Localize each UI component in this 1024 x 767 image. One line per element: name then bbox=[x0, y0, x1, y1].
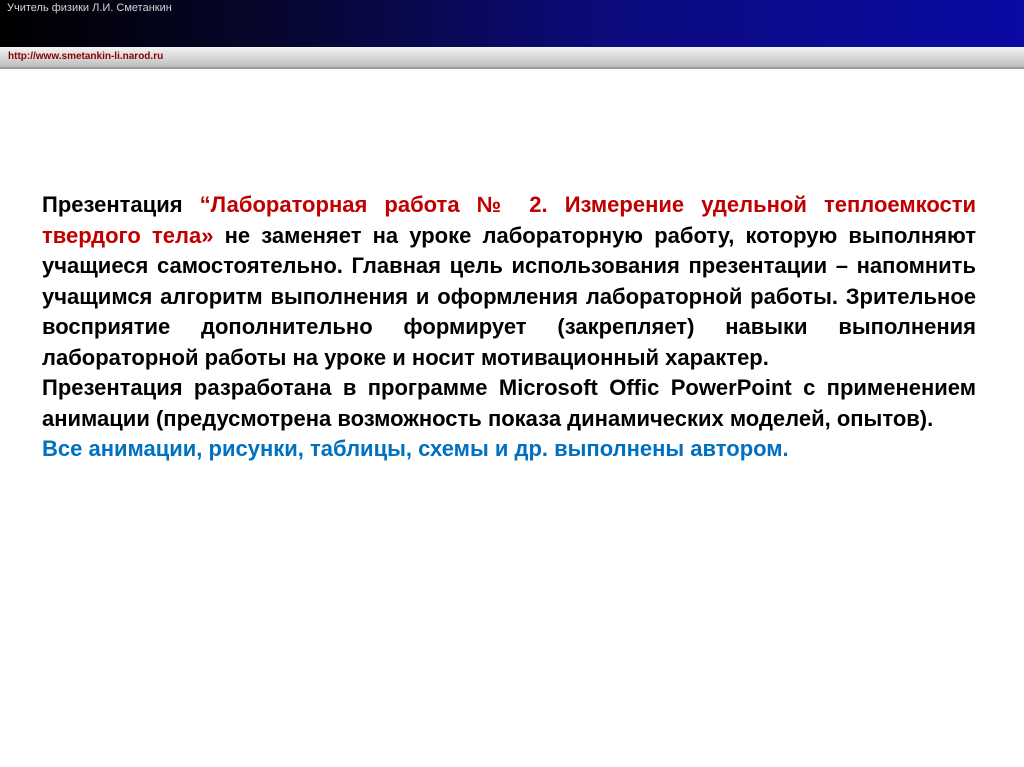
url-strip: http://www.smetankin-li.narod.ru bbox=[0, 47, 1024, 67]
intro-lead: Презентация bbox=[42, 192, 200, 217]
header-divider bbox=[0, 67, 1024, 69]
header-band: Учитель физики Л.И. Сметанкин bbox=[0, 0, 1024, 47]
paragraph-authorship: Все анимации, рисунки, таблицы, схемы и … bbox=[42, 436, 789, 461]
paragraph-software: Презентация разработана в программе Micr… bbox=[42, 375, 976, 431]
slide: Учитель физики Л.И. Сметанкин http://www… bbox=[0, 0, 1024, 767]
author-caption: Учитель физики Л.И. Сметанкин bbox=[7, 2, 172, 14]
slide-body: Презентация “Лабораторная работа № 2. Из… bbox=[42, 190, 976, 465]
site-url-link[interactable]: http://www.smetankin-li.narod.ru bbox=[8, 51, 163, 63]
paragraph-intro: Презентация “Лабораторная работа № 2. Из… bbox=[42, 190, 976, 373]
